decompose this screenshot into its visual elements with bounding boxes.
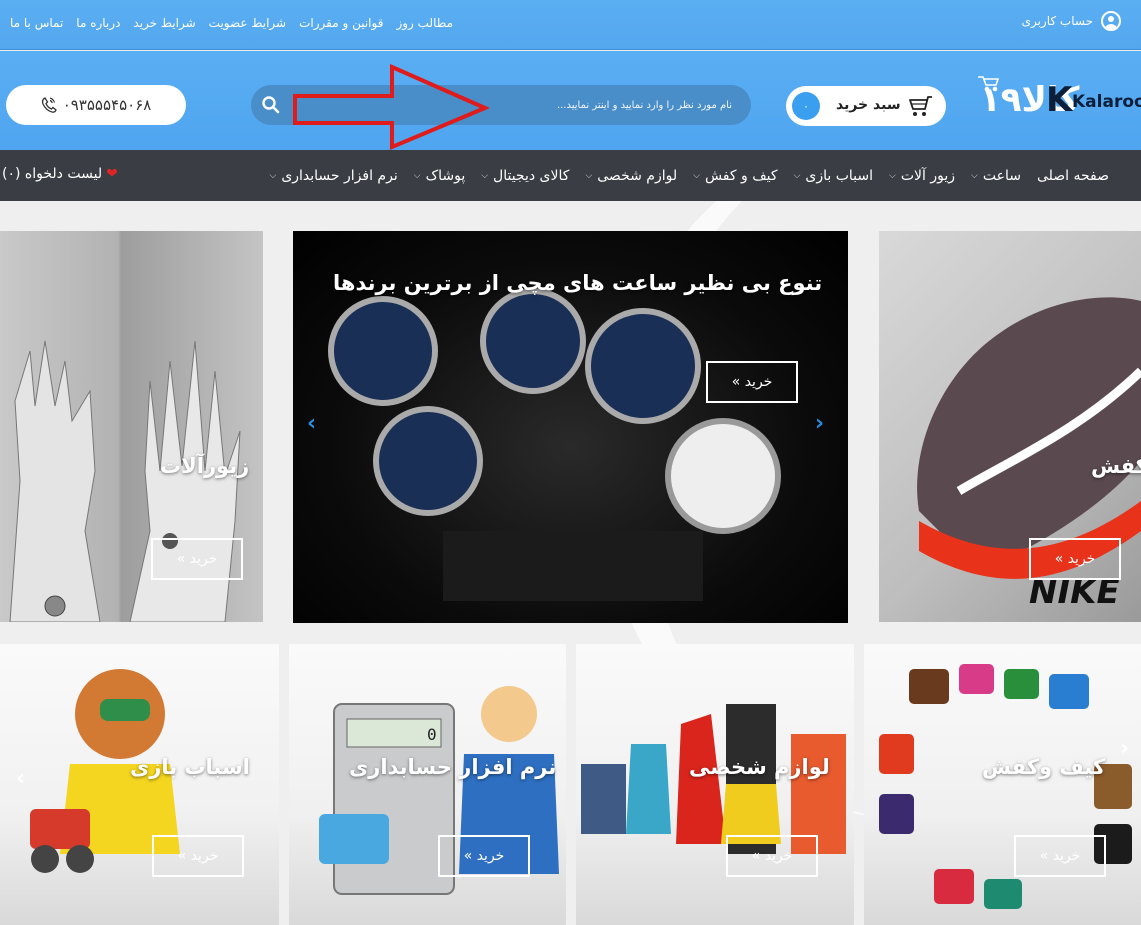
- top-bar: تماس با ما درباره ما شرایط خرید شرایط عض…: [0, 0, 1141, 50]
- cart-button[interactable]: ۰ سبد خرید: [786, 86, 946, 126]
- header: ﮐﺎﻻ۱۹ K Kalarooz ۰ سبد خرید ۰۹: [0, 51, 1141, 150]
- buy-button[interactable]: خرید »: [1029, 538, 1121, 580]
- tile-title: زیورآلات: [160, 454, 250, 478]
- chevron-down-icon: ⌵: [793, 170, 801, 181]
- site-logo[interactable]: ﮐﺎﻻ۱۹ K Kalarooz: [976, 71, 1141, 119]
- tile-watches-slider: تنوع بی نظیر ساعت های مچی از برترین برند…: [293, 231, 848, 623]
- link-about[interactable]: درباره ما: [76, 16, 120, 30]
- cart-count-badge: ۰: [792, 92, 820, 120]
- slider-next-icon[interactable]: ›: [815, 411, 824, 436]
- chevron-down-icon: ⌵: [693, 170, 700, 181]
- slider-prev-icon[interactable]: ‹: [307, 411, 316, 436]
- nav-item-label: لوازم شخصی: [597, 167, 678, 184]
- nav-item-personal[interactable]: لوازم شخصی ⌵: [577, 168, 685, 184]
- top-links: تماس با ما درباره ما شرایط خرید شرایط عض…: [10, 16, 453, 30]
- nav-menu: صفحه اصلی ساعت ⌵ زیور آلات ⌵ اسباب بازی …: [261, 150, 1117, 201]
- tile-title: کیف وکفش: [982, 755, 1106, 779]
- chevron-down-icon: ⌵: [889, 170, 896, 181]
- account-label: حساب کاربری: [1021, 14, 1093, 28]
- chevron-down-icon: ⌵: [585, 170, 593, 181]
- nav-item-label: ساعت: [982, 167, 1021, 184]
- chevron-down-icon: ⌵: [481, 170, 489, 181]
- tile-title: اسباب بازی: [130, 755, 250, 779]
- wishlist-link[interactable]: ❤ لیست دلخواه (۰): [2, 166, 118, 182]
- nav-item-accounting-software[interactable]: نرم افزار حسابداری ⌵: [261, 168, 405, 184]
- buy-button[interactable]: خرید »: [706, 361, 798, 403]
- bags-shoes-image: [879, 664, 1132, 909]
- link-rules[interactable]: قوانین و مقررات: [299, 16, 383, 30]
- tile-personal-items[interactable]: لوازم شخصی خرید »: [576, 644, 854, 925]
- tile-accounting-software[interactable]: 0 نرم افزار حسابداری خرید »: [289, 644, 566, 925]
- child-binoculars-image: [30, 669, 180, 873]
- search-bar: [251, 85, 751, 125]
- cart-icon: [909, 96, 932, 116]
- nav-item-label: کیف و کفش: [704, 167, 778, 184]
- phone-button[interactable]: ۰۹۳۵۵۵۴۵۰۶۸: [6, 85, 186, 125]
- nav-item-label: زیور آلات: [900, 167, 956, 184]
- tile-title: لوازم شخصی: [689, 755, 830, 779]
- link-purchase-terms[interactable]: شرایط خرید: [133, 16, 195, 30]
- nav-item-label: صفحه اصلی: [1036, 167, 1109, 184]
- heart-icon: ❤: [106, 166, 118, 182]
- user-icon: [1101, 11, 1121, 31]
- chevron-down-icon: ⌵: [269, 170, 277, 181]
- tile-toys[interactable]: اسباب بازی خرید » ‹: [0, 644, 279, 925]
- tile-shoes[interactable]: NIKE کفش خرید »: [879, 231, 1141, 622]
- link-contact[interactable]: تماس با ما: [10, 16, 63, 30]
- slider-headline: تنوع بی نظیر ساعت های مچی از برترین برند…: [333, 271, 823, 295]
- nav-item-home[interactable]: صفحه اصلی: [1029, 168, 1117, 184]
- buy-button[interactable]: خرید »: [152, 835, 244, 877]
- buy-button[interactable]: خرید »: [151, 538, 243, 580]
- nav-item-clothing[interactable]: پوشاک ⌵: [406, 168, 473, 184]
- account-link[interactable]: حساب کاربری: [1022, 11, 1121, 31]
- main-nav: صفحه اصلی ساعت ⌵ زیور آلات ⌵ اسباب بازی …: [0, 150, 1141, 201]
- calculator-man-image: 0: [319, 686, 559, 895]
- buy-button[interactable]: خرید »: [726, 835, 818, 877]
- tile-jewelry[interactable]: زیورآلات خرید »: [0, 231, 263, 622]
- calculator-display: 0: [427, 725, 437, 744]
- nav-item-digital[interactable]: کالای دیجیتال ⌵: [473, 168, 577, 184]
- chevron-down-icon: ⌵: [971, 170, 978, 181]
- phone-icon: [41, 97, 57, 113]
- carousel-next-icon[interactable]: ›: [1120, 736, 1129, 761]
- nav-item-label: پوشاک: [425, 167, 466, 184]
- logo-text: Kalarooz: [1072, 92, 1141, 112]
- link-articles[interactable]: مطالب روز: [396, 16, 453, 30]
- search-icon[interactable]: [261, 95, 281, 115]
- personal-items-image: [581, 704, 846, 854]
- wishlist-label: لیست دلخواه (۰): [2, 166, 103, 182]
- buy-button[interactable]: خرید »: [438, 835, 530, 877]
- phone-number: ۰۹۳۵۵۵۴۵۰۶۸: [62, 96, 152, 114]
- chevron-down-icon: ⌵: [413, 170, 421, 181]
- cart-label: سبد خرید: [836, 97, 901, 113]
- tile-title: نرم افزار حسابداری: [349, 755, 557, 779]
- nav-item-jewelry[interactable]: زیور آلات ⌵: [881, 168, 963, 184]
- logo-k: K: [1046, 80, 1074, 119]
- nav-item-toys[interactable]: اسباب بازی ⌵: [786, 168, 881, 184]
- buy-button[interactable]: خرید »: [1014, 835, 1106, 877]
- nav-item-bags-shoes[interactable]: کیف و کفش ⌵: [685, 168, 785, 184]
- tile-title: کفش: [1091, 454, 1141, 478]
- nav-item-label: کالای دیجیتال: [493, 167, 570, 184]
- tile-bags-shoes[interactable]: کیف وکفش خرید » ›: [864, 644, 1141, 925]
- nav-item-watches[interactable]: ساعت ⌵: [963, 168, 1029, 184]
- nav-item-label: نرم افزار حسابداری: [281, 167, 398, 184]
- link-membership-terms[interactable]: شرایط عضویت: [209, 16, 286, 30]
- carousel-prev-icon[interactable]: ‹: [16, 766, 25, 791]
- nav-item-label: اسباب بازی: [805, 167, 874, 184]
- search-input[interactable]: [291, 85, 736, 125]
